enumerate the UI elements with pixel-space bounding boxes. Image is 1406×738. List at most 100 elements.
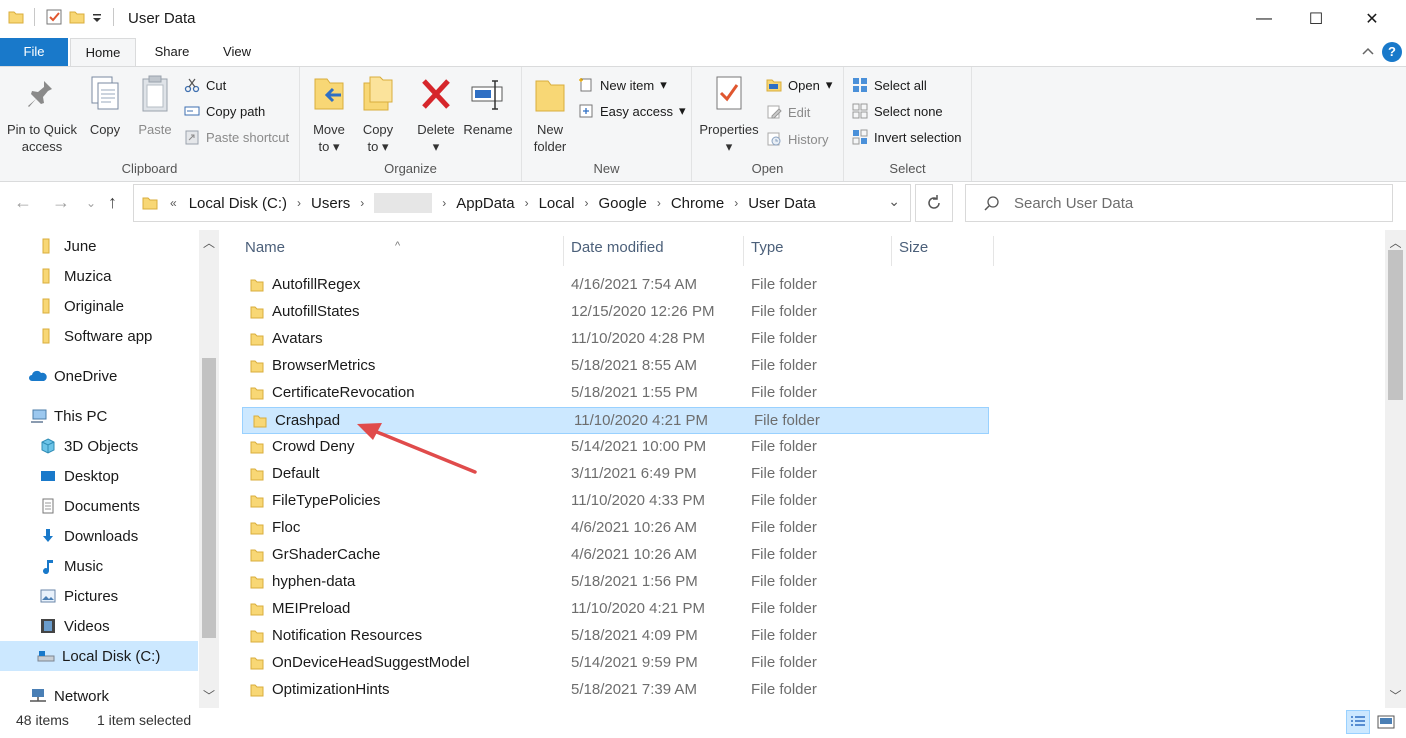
column-header-name[interactable]: Name ^: [240, 236, 564, 266]
address-bar[interactable]: « Local Disk (C:) › Users › › AppData › Loc…: [133, 184, 911, 222]
new-item-button[interactable]: New item ▾: [578, 73, 667, 97]
copy-to-button[interactable]: Copy to ▾: [358, 73, 398, 155]
table-row[interactable]: Notification Resources 5/18/2021 4:09 PM F…: [240, 623, 990, 650]
nav-item-software-app[interactable]: Software app: [0, 321, 198, 351]
table-row[interactable]: AutofillRegex 4/16/2021 7:54 AM File folde…: [240, 272, 990, 299]
table-row[interactable]: Default 3/11/2021 6:49 PM File folder: [240, 461, 990, 488]
easy-access-button[interactable]: Easy access ▾: [578, 99, 686, 123]
nav-item-originale[interactable]: Originale: [0, 291, 198, 321]
table-row[interactable]: FileTypePolicies 11/10/2020 4:33 PM File f…: [240, 488, 990, 515]
collapse-ribbon-icon[interactable]: [1360, 44, 1376, 60]
pin-to-quick-access-button[interactable]: Pin to Quick access: [6, 73, 78, 155]
up-arrow-icon[interactable]: ↑: [108, 192, 117, 213]
invert-selection-button[interactable]: Invert selection: [852, 125, 961, 149]
nav-item-onedrive[interactable]: OneDrive: [0, 361, 198, 391]
table-row[interactable]: hyphen-data 5/18/2021 1:56 PM File folder: [240, 569, 990, 596]
customize-qat-icon[interactable]: [91, 9, 103, 25]
breadcrumb-item[interactable]: Chrome: [671, 195, 724, 212]
recent-locations-chevron-icon[interactable]: ⌄: [86, 196, 96, 210]
breadcrumb-item[interactable]: Local Disk (C:): [189, 195, 287, 212]
table-row[interactable]: Avatars 11/10/2020 4:28 PM File folder: [240, 326, 990, 353]
tab-view[interactable]: View: [208, 38, 266, 66]
breadcrumb-item[interactable]: Users: [311, 195, 350, 212]
nav-item-this-pc[interactable]: This PC: [0, 401, 198, 431]
breadcrumb-item[interactable]: Google: [598, 195, 646, 212]
nav-item-videos[interactable]: Videos: [0, 611, 198, 641]
select-none-button[interactable]: Select none: [852, 99, 943, 123]
scroll-down-arrow-icon[interactable]: ﹀: [199, 687, 219, 704]
copy-path-button[interactable]: Copy path: [184, 99, 265, 123]
breadcrumb-item[interactable]: AppData: [456, 195, 514, 212]
redacted-username[interactable]: [374, 193, 433, 213]
large-icons-view-button[interactable]: [1374, 710, 1398, 734]
tab-file[interactable]: File: [0, 38, 68, 66]
table-row[interactable]: Crashpad 11/10/2020 4:21 PM File folder: [242, 407, 989, 434]
scrollbar-thumb[interactable]: [202, 358, 216, 638]
table-row[interactable]: CertificateRevocation 5/18/2021 1:55 PM Fi…: [240, 380, 990, 407]
close-button[interactable]: ✕: [1346, 0, 1398, 38]
rename-button[interactable]: Rename: [462, 73, 514, 138]
table-row[interactable]: AutofillStates 12/15/2020 12:26 PM File fo…: [240, 299, 990, 326]
details-view-button[interactable]: [1346, 710, 1370, 734]
chevron-right-icon[interactable]: ›: [442, 196, 446, 210]
nav-item-local-disk[interactable]: Local Disk (C:): [0, 641, 198, 671]
file-list-scrollbar[interactable]: ︿ ﹀: [1385, 230, 1406, 708]
move-to-button[interactable]: Move to ▾: [308, 73, 350, 155]
minimize-button[interactable]: —: [1238, 0, 1290, 38]
nav-item-network[interactable]: Network: [0, 681, 198, 708]
table-row[interactable]: MEIPreload 11/10/2020 4:21 PM File folder: [240, 596, 990, 623]
new-folder-button[interactable]: New folder: [530, 73, 570, 155]
chevron-right-icon[interactable]: ›: [297, 196, 301, 210]
paste-button[interactable]: Paste: [134, 73, 176, 138]
chevron-right-icon[interactable]: ›: [657, 196, 661, 210]
nav-item-pictures[interactable]: Pictures: [0, 581, 198, 611]
column-header-size[interactable]: Size: [894, 236, 994, 266]
maximize-button[interactable]: ☐: [1290, 0, 1342, 38]
paste-shortcut-button[interactable]: Paste shortcut: [184, 125, 289, 149]
nav-item-3d-objects[interactable]: 3D Objects: [0, 431, 198, 461]
navigation-pane-scrollbar[interactable]: ︿ ﹀: [199, 230, 219, 708]
back-arrow-icon[interactable]: ←: [14, 192, 32, 213]
copy-button[interactable]: Copy: [86, 73, 124, 138]
nav-item-desktop[interactable]: Desktop: [0, 461, 198, 491]
table-row[interactable]: GrShaderCache 4/6/2021 10:26 AM File folde…: [240, 542, 990, 569]
select-all-button[interactable]: Select all: [852, 73, 927, 97]
tab-home[interactable]: Home: [70, 38, 136, 66]
chevron-right-icon[interactable]: ›: [734, 196, 738, 210]
column-header-date[interactable]: Date modified: [566, 236, 744, 266]
scroll-up-arrow-icon[interactable]: ︿: [199, 234, 219, 251]
nav-item-june[interactable]: June: [0, 231, 198, 261]
address-dropdown-chevron-icon[interactable]: ⌄: [888, 193, 900, 210]
new-folder-icon[interactable]: [69, 9, 85, 25]
chevron-right-icon[interactable]: ›: [360, 196, 364, 210]
nav-item-downloads[interactable]: Downloads: [0, 521, 198, 551]
refresh-button[interactable]: [915, 184, 953, 222]
help-button[interactable]: ?: [1382, 42, 1402, 62]
search-input[interactable]: Search User Data: [965, 184, 1393, 222]
properties-icon[interactable]: [45, 8, 63, 26]
delete-button[interactable]: Delete ▾: [414, 73, 458, 155]
table-row[interactable]: BrowserMetrics 5/18/2021 8:55 AM File fold…: [240, 353, 990, 380]
scroll-up-arrow-icon[interactable]: ︿: [1385, 234, 1406, 251]
nav-item-documents[interactable]: Documents: [0, 491, 198, 521]
table-row[interactable]: Crowd Deny 5/14/2021 10:00 PM File folder: [240, 434, 990, 461]
scroll-down-arrow-icon[interactable]: ﹀: [1385, 687, 1406, 704]
cut-button[interactable]: Cut: [184, 73, 226, 97]
column-header-type[interactable]: Type: [746, 236, 892, 266]
open-button[interactable]: Open ▾: [766, 73, 832, 97]
tab-share[interactable]: Share: [142, 38, 202, 66]
table-row[interactable]: OnDeviceHeadSuggestModel 5/14/2021 9:59 P…: [240, 650, 990, 677]
history-button[interactable]: History: [766, 127, 828, 151]
chevron-right-icon[interactable]: ›: [525, 196, 529, 210]
forward-arrow-icon[interactable]: →: [52, 192, 70, 213]
breadcrumb-item[interactable]: Local: [539, 195, 575, 212]
table-row[interactable]: OptimizationHints 5/18/2021 7:39 AM File f…: [240, 677, 990, 704]
nav-item-muzica[interactable]: Muzica: [0, 261, 198, 291]
table-row[interactable]: Floc 4/6/2021 10:26 AM File folder: [240, 515, 990, 542]
edit-button[interactable]: Edit: [766, 100, 810, 124]
chevron-right-icon[interactable]: ›: [584, 196, 588, 210]
breadcrumb-item[interactable]: User Data: [748, 195, 816, 212]
scrollbar-thumb[interactable]: [1388, 250, 1403, 400]
nav-item-music[interactable]: Music: [0, 551, 198, 581]
properties-button[interactable]: Properties ▾: [696, 73, 762, 155]
